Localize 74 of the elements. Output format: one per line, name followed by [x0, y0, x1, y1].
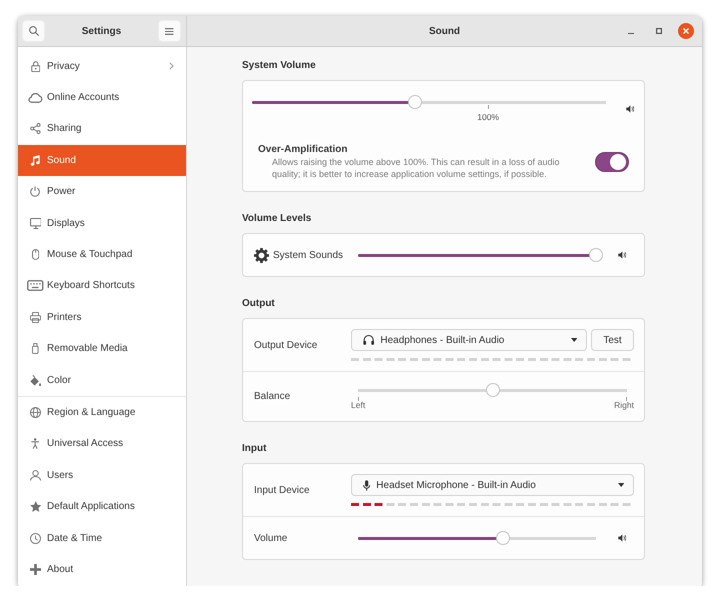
window-title: Sound: [428, 26, 460, 36]
star-icon: [30, 501, 42, 512]
printer-icon: [30, 312, 41, 323]
scale-label: Right: [614, 400, 634, 410]
sidebar-item[interactable]: Region & Language: [18, 396, 186, 428]
search-icon: [28, 26, 38, 36]
sidebar-title: Settings: [82, 26, 122, 36]
lock-icon: [30, 60, 40, 72]
minimize-icon: [628, 32, 634, 34]
slider-mark-label: 100%: [477, 112, 499, 122]
sidebar-item[interactable]: Users: [18, 460, 186, 491]
menu-icon: [165, 28, 174, 34]
sidebar-item[interactable]: Printers: [18, 302, 186, 334]
row-label: Output Device: [254, 340, 318, 350]
music-note-icon: [30, 154, 41, 166]
row-label: Input Device: [254, 484, 310, 496]
slider-thumb[interactable]: [496, 531, 510, 545]
row-label: Balance: [254, 391, 290, 402]
row-label: System Sounds: [273, 250, 344, 260]
speaker-icon: [618, 534, 626, 542]
speaker-icon: [618, 251, 626, 259]
close-button[interactable]: [678, 23, 694, 39]
paint-bucket-icon: [30, 374, 42, 386]
sidebar-item[interactable]: Power: [18, 176, 186, 208]
scale-label: Left: [351, 400, 366, 410]
clock-icon: [30, 532, 41, 544]
sidebar-item[interactable]: Date & Time: [18, 522, 186, 554]
slider-thumb[interactable]: [486, 383, 500, 397]
device-dropdown[interactable]: Headphones - Built-in Audio: [351, 329, 587, 351]
monitor-icon: [30, 218, 42, 229]
row-label: Volume: [254, 532, 288, 544]
usb-stick-icon: [32, 343, 39, 354]
power-icon: [30, 186, 41, 198]
section-title: Output: [242, 297, 275, 311]
caret-icon: [570, 338, 577, 342]
gear-icon: [254, 248, 269, 262]
sidebar-item[interactable]: Privacy: [18, 50, 186, 82]
setting-title: Over-Amplification: [258, 144, 348, 156]
setting-description: Allows raising the volume above 100%. This can result in a loss of audio quality; it is better to increase application volume settings, if possible.: [272, 156, 560, 180]
sidebar-item[interactable]: Sound: [18, 144, 186, 176]
section-title: Input: [242, 442, 266, 456]
caret-icon: [618, 483, 624, 487]
maximize-icon: [656, 28, 662, 34]
sidebar-item[interactable]: Removable Media: [18, 333, 186, 364]
slider-thumb[interactable]: [408, 95, 422, 109]
globe-icon: [30, 406, 41, 418]
search-button[interactable]: [22, 20, 45, 42]
toggle-switch[interactable]: [595, 152, 629, 172]
menu-button[interactable]: [158, 20, 181, 42]
section-title: Volume Levels: [242, 212, 312, 226]
cloud-icon: [28, 92, 43, 104]
sidebar-item[interactable]: Displays: [18, 207, 186, 239]
test-button[interactable]: Test: [591, 329, 634, 351]
keyboard-icon: [27, 280, 44, 292]
sidebar-item[interactable]: Universal Access: [18, 428, 186, 460]
plus-icon: [30, 564, 41, 575]
sidebar-item[interactable]: Default Applications: [18, 490, 186, 522]
device-dropdown[interactable]: Headset Microphone - Built-in Audio: [351, 474, 634, 496]
sidebar-item[interactable]: Keyboard Shortcuts: [18, 270, 186, 302]
slider-thumb[interactable]: [589, 248, 603, 262]
close-icon: [683, 28, 689, 34]
sidebar-item[interactable]: Color: [18, 364, 186, 396]
headphones-icon: [363, 335, 374, 345]
sidebar-item[interactable]: Online Accounts: [18, 82, 186, 114]
share-icon: [30, 123, 41, 134]
user-icon: [30, 470, 42, 481]
sidebar-item[interactable]: About: [18, 554, 186, 586]
mouse-icon: [32, 249, 40, 260]
section-title: System Volume: [242, 59, 316, 73]
speaker-icon: [626, 104, 634, 112]
person-icon: [31, 438, 40, 450]
sidebar-item[interactable]: Mouse & Touchpad: [18, 238, 186, 270]
microphone-icon: [363, 480, 370, 490]
sidebar-item[interactable]: Sharing: [18, 113, 186, 145]
